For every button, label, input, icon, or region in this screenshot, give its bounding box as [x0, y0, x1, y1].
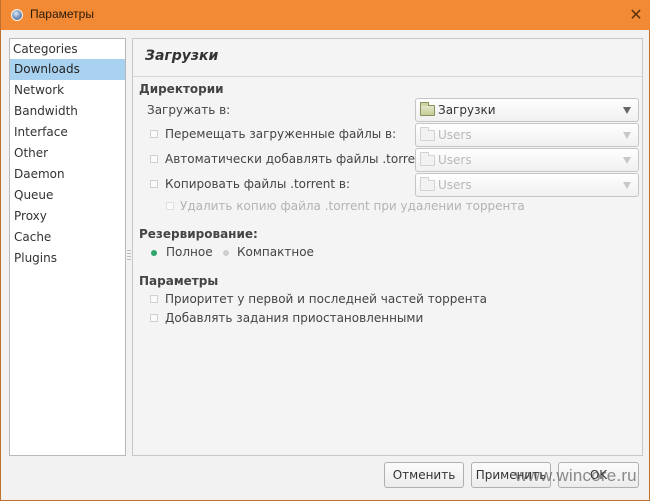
dropdown-arrow-icon	[623, 106, 631, 114]
close-button[interactable]: ✕	[621, 0, 650, 28]
prioritize-first-last-checkbox[interactable]	[150, 295, 158, 303]
preferences-window: Параметры ✕ Categories Downloads Network…	[0, 0, 650, 501]
categories-list: Categories Downloads Network Bandwidth I…	[9, 38, 126, 456]
categories-header[interactable]: Categories	[10, 39, 125, 59]
sidebar-item-proxy[interactable]: Proxy	[10, 206, 125, 227]
close-icon: ✕	[629, 4, 643, 24]
sidebar-item-other[interactable]: Other	[10, 143, 125, 164]
move-completed-folder-value: Users	[438, 128, 472, 142]
sidebar-item-plugins[interactable]: Plugins	[10, 248, 125, 269]
copy-torrent-folder-value: Users	[438, 178, 472, 192]
downloads-panel: Загрузки Директории Загружать в: Загрузк…	[132, 38, 643, 456]
autoadd-folder-value: Users	[438, 153, 472, 167]
folder-icon	[420, 151, 435, 166]
cancel-button[interactable]: Отменить	[384, 462, 464, 488]
sidebar-item-interface[interactable]: Interface	[10, 122, 125, 143]
window-title: Параметры	[30, 7, 94, 21]
title-divider	[133, 76, 642, 77]
title-bar[interactable]: Параметры ✕	[1, 0, 650, 30]
allocation-header: Резервирование:	[139, 227, 258, 241]
sidebar-item-cache[interactable]: Cache	[10, 227, 125, 248]
dropdown-arrow-icon	[623, 181, 631, 189]
sidebar-item-daemon[interactable]: Daemon	[10, 164, 125, 185]
watermark: www.wincore.ru	[515, 466, 637, 485]
delete-copy-checkbox[interactable]	[166, 202, 174, 210]
move-completed-label[interactable]: Перемещать загруженные файлы в:	[165, 127, 396, 141]
autoadd-label[interactable]: Автоматически добавлять файлы .torrent и…	[165, 152, 449, 166]
folder-icon	[420, 176, 435, 191]
dropdown-arrow-icon	[623, 131, 631, 139]
download-folder-value: Загрузки	[438, 103, 496, 117]
sidebar-item-queue[interactable]: Queue	[10, 185, 125, 206]
download-to-label: Загружать в:	[147, 103, 231, 117]
sidebar-item-downloads[interactable]: Downloads	[10, 59, 125, 80]
autoadd-checkbox[interactable]	[150, 155, 158, 163]
allocation-full-radio[interactable]	[151, 250, 157, 256]
autoadd-folder-combo[interactable]: Users	[415, 148, 639, 172]
sidebar-item-bandwidth[interactable]: Bandwidth	[10, 101, 125, 122]
allocation-compact-label[interactable]: Компактное	[237, 245, 314, 259]
add-paused-checkbox[interactable]	[150, 314, 158, 322]
options-header: Параметры	[139, 274, 219, 288]
download-folder-combo[interactable]: Загрузки	[415, 98, 639, 122]
move-completed-folder-combo[interactable]: Users	[415, 123, 639, 147]
delete-copy-label[interactable]: Удалить копию файла .torrent при удалени…	[180, 199, 525, 213]
copy-torrent-label[interactable]: Копировать файлы .torrent в:	[165, 177, 350, 191]
sidebar-item-network[interactable]: Network	[10, 80, 125, 101]
dropdown-arrow-icon	[623, 156, 631, 164]
app-globe-icon	[11, 9, 23, 21]
allocation-full-label[interactable]: Полное	[166, 245, 213, 259]
folder-icon	[420, 126, 435, 141]
copy-torrent-folder-combo[interactable]: Users	[415, 173, 639, 197]
allocation-compact-radio[interactable]	[223, 250, 229, 256]
directories-header: Директории	[139, 82, 224, 96]
page-title: Загрузки	[145, 48, 219, 64]
folder-icon	[420, 101, 435, 116]
move-completed-checkbox[interactable]	[150, 130, 158, 138]
add-paused-label[interactable]: Добавлять задания приостановленными	[165, 311, 423, 325]
prioritize-first-last-label[interactable]: Приоритет у первой и последней частей то…	[165, 292, 487, 306]
copy-torrent-checkbox[interactable]	[150, 180, 158, 188]
pane-splitter-handle[interactable]	[127, 250, 131, 262]
